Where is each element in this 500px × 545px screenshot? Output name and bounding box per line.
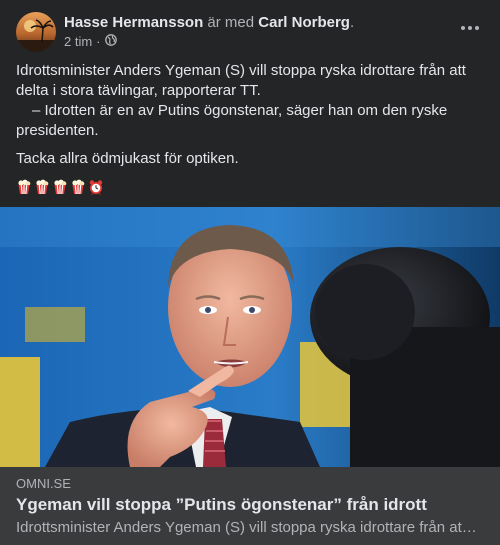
link-description: Idrottsminister Anders Ygeman (S) vill s… bbox=[16, 519, 478, 536]
popcorn-icon bbox=[72, 179, 85, 195]
post-paragraph: Idrottsminister Anders Ygeman (S) vill s… bbox=[16, 62, 466, 99]
post-text: Idrottsminister Anders Ygeman (S) vill s… bbox=[16, 61, 484, 195]
popcorn-icon bbox=[18, 179, 31, 195]
post-paragraph: Tacka allra ödmjukast för optiken. bbox=[16, 150, 239, 167]
post-meta: 2 tim · bbox=[64, 34, 117, 49]
avatar[interactable] bbox=[16, 12, 56, 52]
tagged-name[interactable]: Carl Norberg bbox=[258, 14, 350, 31]
tagged-suffix: . bbox=[349, 14, 355, 31]
globe-icon[interactable] bbox=[104, 34, 117, 49]
post-author-line: Hasse Hermansson är med Carl Norberg. bbox=[64, 13, 354, 32]
post-paragraph: – Idrotten är en av Putins ögonstenar, s… bbox=[16, 102, 448, 139]
article-photo[interactable] bbox=[0, 207, 500, 467]
link-title[interactable]: Ygeman vill stoppa ”Putins ögonstenar” f… bbox=[16, 495, 427, 515]
more-horizontal-icon[interactable] bbox=[456, 18, 484, 38]
meta-separator: · bbox=[96, 34, 101, 49]
popcorn-icon bbox=[54, 179, 67, 195]
post-header: Hasse Hermansson är med Carl Norberg. 2 … bbox=[16, 12, 484, 52]
facebook-post: Hasse Hermansson är med Carl Norberg. 2 … bbox=[0, 0, 500, 545]
author-name[interactable]: Hasse Hermansson bbox=[64, 14, 203, 31]
popcorn-icon bbox=[36, 179, 49, 195]
alarm-clock-icon bbox=[89, 180, 103, 195]
link-preview[interactable]: OMNI.SE Ygeman vill stoppa ”Putins ögons… bbox=[0, 467, 500, 545]
timestamp[interactable]: 2 tim bbox=[64, 34, 92, 49]
emoji-row bbox=[16, 179, 484, 195]
link-domain: OMNI.SE bbox=[16, 476, 71, 491]
with-text: är med bbox=[207, 14, 255, 31]
